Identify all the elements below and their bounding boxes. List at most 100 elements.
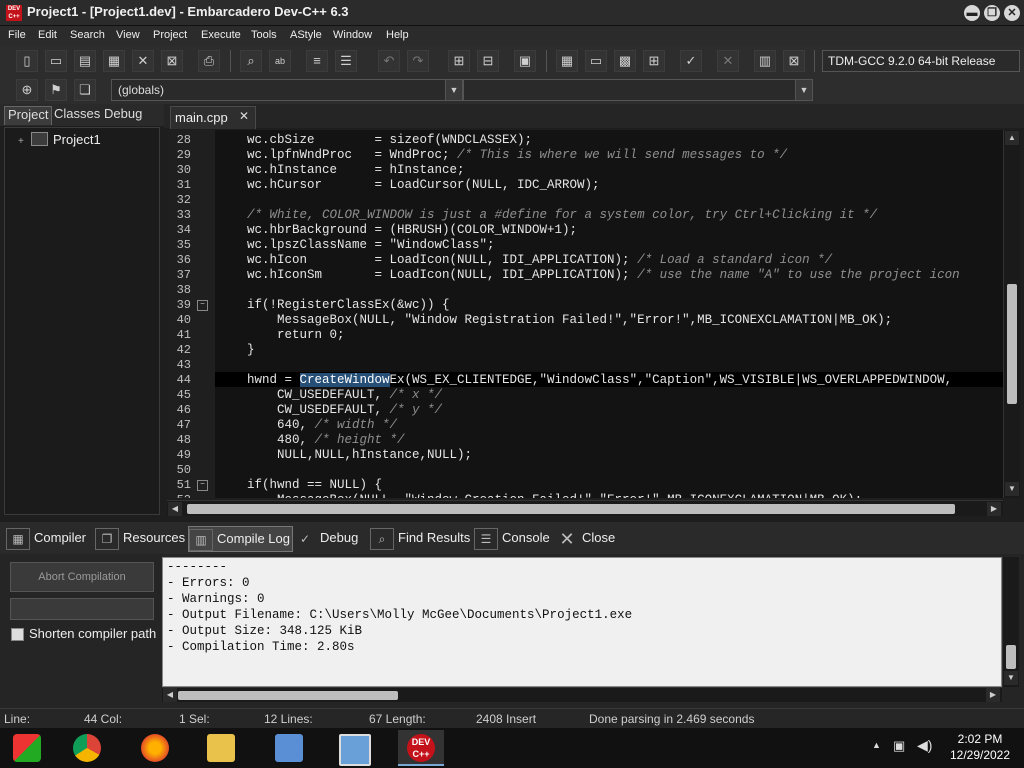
project-options-icon[interactable]: ▣ [514, 50, 536, 72]
find-icon[interactable]: ⌕ [240, 50, 262, 72]
tab-debug-bottom[interactable]: ✓ Debug [294, 526, 358, 550]
tab-compiler[interactable]: ▦ Compiler [6, 526, 86, 550]
code-line: 640, /* width */ [247, 418, 397, 432]
left-panel-tabs: Project Classes Debug [0, 104, 164, 126]
tab-compile-log-label: Compile Log [217, 531, 290, 546]
vertical-scroll-thumb[interactable] [1007, 284, 1017, 404]
log-horizontal-scrollbar[interactable]: ◀ ▶ [162, 687, 1002, 702]
tab-classes[interactable]: Classes [51, 106, 103, 124]
shorten-path-checkbox[interactable] [11, 628, 24, 641]
rebuild-all-icon[interactable]: ⊞ [643, 50, 665, 72]
tree-expander[interactable]: + [18, 136, 24, 147]
status-sel: 1 Sel: [179, 712, 210, 726]
taskbar-photos[interactable] [330, 730, 376, 766]
menu-search[interactable]: Search [70, 29, 105, 41]
unindent-icon[interactable]: ☰ [335, 50, 357, 72]
log-scroll-thumb[interactable] [1006, 645, 1016, 669]
bookmark-icon[interactable]: ⚑ [45, 79, 67, 101]
taskbar-firefox[interactable] [132, 730, 178, 766]
volume-icon[interactable]: ◀) [917, 737, 932, 754]
tab-console[interactable]: ☰ Console [474, 526, 550, 550]
taskbar-explorer[interactable] [198, 730, 244, 766]
tab-debug[interactable]: Debug [101, 106, 145, 124]
taskbar-start[interactable] [4, 730, 50, 766]
compile-icon[interactable]: ▦ [556, 50, 578, 72]
redo-icon[interactable]: ↷ [407, 50, 429, 72]
compile-log[interactable]: -------- - Errors: 0 - Warnings: 0 - Out… [162, 557, 1002, 687]
menu-edit[interactable]: Edit [38, 29, 57, 41]
tab-find-results[interactable]: ⌕ Find Results [370, 526, 470, 550]
menu-file[interactable]: File [8, 29, 26, 41]
code-editor[interactable]: 28 29 30 31 32 33 34 35 36 37 38 39−40 41 42 43 44 45 46 4… [167, 130, 1003, 498]
chevron-down-icon[interactable]: ▼ [1004, 671, 1018, 685]
close-icon[interactable]: ✕ [239, 109, 249, 123]
line-number: 51 [176, 478, 191, 492]
tab-debug-label: Debug [320, 530, 359, 545]
log-vertical-scrollbar[interactable]: ▼ [1002, 557, 1019, 687]
function-combo[interactable]: ▼ [463, 79, 813, 101]
menu-view[interactable]: View [116, 29, 140, 41]
tab-close[interactable]: ✕ Close [556, 526, 615, 550]
horizontal-scroll-thumb[interactable] [187, 504, 955, 514]
profile-icon[interactable]: ▥ [754, 50, 776, 72]
compile-run-icon[interactable]: ▩ [614, 50, 636, 72]
stop-execution-icon[interactable]: ✕ [717, 50, 739, 72]
menu-tools[interactable]: Tools [251, 29, 277, 41]
status-parse: Done parsing in 2.469 seconds [589, 712, 755, 726]
chevron-left-icon[interactable]: ◀ [163, 688, 177, 702]
chevron-up-icon[interactable]: ▲ [872, 740, 881, 750]
network-icon[interactable]: ▣ [893, 738, 905, 754]
minimize-button[interactable]: ▬ [964, 5, 980, 21]
menu-astyle[interactable]: AStyle [290, 29, 322, 41]
remove-from-project-icon[interactable]: ⊟ [477, 50, 499, 72]
line-number: 35 [176, 238, 191, 252]
menu-execute[interactable]: Execute [201, 29, 241, 41]
editor-vertical-scrollbar[interactable]: ▲ ▼ [1003, 130, 1020, 498]
close-file-icon[interactable]: ✕ [132, 50, 154, 72]
save-all-icon[interactable]: ▦ [103, 50, 125, 72]
run-icon[interactable]: ▭ [585, 50, 607, 72]
open-folder-icon[interactable]: ▭ [45, 50, 67, 72]
add-to-project-icon[interactable]: ⊞ [448, 50, 470, 72]
fold-toggle-icon[interactable]: − [197, 480, 208, 491]
log-horizontal-thumb[interactable] [178, 691, 398, 700]
tab-resources[interactable]: ❐ Resources [95, 526, 185, 550]
toolbar-separator [546, 50, 547, 72]
undo-icon[interactable]: ↶ [378, 50, 400, 72]
tree-item-project1[interactable]: Project1 [53, 132, 101, 147]
print-icon[interactable]: ⎙ [198, 50, 220, 72]
chevron-left-icon[interactable]: ◀ [168, 502, 182, 516]
fold-toggle-icon[interactable]: − [197, 300, 208, 311]
close-button[interactable]: ✕ [1004, 5, 1020, 21]
taskbar-clock[interactable]: 2:02 PM 12/29/2022 [940, 731, 1020, 763]
save-icon[interactable]: ▤ [74, 50, 96, 72]
editor-horizontal-scrollbar[interactable]: ◀ ▶ [167, 500, 1003, 516]
close-all-icon[interactable]: ⊠ [161, 50, 183, 72]
syntax-check-icon[interactable]: ✓ [680, 50, 702, 72]
menu-project[interactable]: Project [153, 29, 187, 41]
chevron-right-icon[interactable]: ▶ [987, 502, 1001, 516]
code-line: MessageBox(NULL, "Window Creation Failed… [247, 493, 862, 498]
tab-compile-log[interactable]: ▥ Compile Log [188, 526, 293, 552]
taskbar-devcpp[interactable]: DEV C++ [398, 730, 444, 766]
tab-main-cpp[interactable]: main.cpp ✕ [170, 106, 256, 129]
menu-window[interactable]: Window [333, 29, 372, 41]
replace-icon[interactable]: ab [269, 50, 291, 72]
chevron-right-icon[interactable]: ▶ [986, 688, 1000, 702]
bookmarks-icon[interactable]: ❏ [74, 79, 96, 101]
menu-help[interactable]: Help [386, 29, 409, 41]
tab-project[interactable]: Project [4, 106, 53, 125]
abort-compilation-button[interactable]: Abort Compilation [10, 562, 154, 592]
chevron-down-icon[interactable]: ▼ [1005, 482, 1019, 496]
tab-console-label: Console [502, 530, 550, 545]
goto-declaration-icon[interactable]: ⊕ [16, 79, 38, 101]
new-file-icon[interactable]: ▯ [16, 50, 38, 72]
scope-combo[interactable]: (globals) ▼ [111, 79, 463, 101]
chevron-up-icon[interactable]: ▲ [1005, 131, 1019, 145]
delete-profile-icon[interactable]: ⊠ [783, 50, 805, 72]
compiler-select[interactable]: TDM-GCC 9.2.0 64-bit Release [822, 50, 1020, 72]
indent-icon[interactable]: ≡ [306, 50, 328, 72]
taskbar-people[interactable] [266, 730, 312, 766]
restore-button[interactable]: ❐ [984, 5, 1000, 21]
taskbar-chrome[interactable] [64, 730, 110, 766]
